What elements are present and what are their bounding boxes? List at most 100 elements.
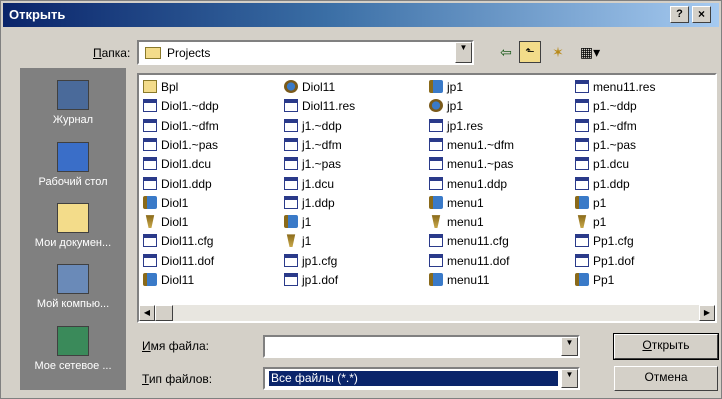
file-item[interactable]: Pp1	[575, 273, 614, 290]
file-item[interactable]: j1.~ddp	[284, 118, 342, 136]
file-name: menu11.cfg	[447, 234, 509, 249]
chevron-down-icon[interactable]: ▼	[561, 337, 578, 356]
file-item[interactable]: menu1	[429, 195, 484, 213]
place-history[interactable]: Журнал	[20, 80, 126, 126]
file-item[interactable]: menu11.cfg	[429, 234, 509, 251]
file-item[interactable]: Diol1	[143, 195, 189, 213]
place-my-computer[interactable]: Мой компью...	[20, 264, 126, 310]
chevron-down-icon[interactable]: ▼	[561, 369, 578, 388]
scroll-thumb[interactable]	[155, 305, 173, 321]
file-item[interactable]: j1	[284, 234, 311, 251]
file-item[interactable]: p1.ddp	[575, 176, 630, 194]
file-name: Diol1.dcu	[161, 157, 212, 172]
file-item[interactable]: jp1	[429, 80, 463, 97]
document-icon	[143, 157, 157, 171]
file-name: menu1.ddp	[447, 176, 508, 191]
document-icon	[575, 80, 589, 93]
place-my-documents[interactable]: Мои докумен...	[20, 203, 126, 249]
file-item[interactable]: Diol1.~pas	[143, 137, 218, 155]
file-name: j1.~dfm	[302, 137, 342, 152]
file-item[interactable]: menu11	[429, 273, 489, 290]
application-icon	[429, 99, 443, 113]
file-name: menu11.res	[593, 80, 656, 94]
file-name: Diol1	[161, 195, 189, 210]
file-name-label: Имя файла:	[142, 339, 209, 353]
file-name: Diol1.~dfm	[161, 118, 219, 133]
up-folder-icon[interactable]: ⬑	[519, 41, 541, 63]
horizontal-scrollbar[interactable]: ◀ ▶	[139, 305, 715, 321]
file-item[interactable]: p1	[575, 215, 606, 232]
file-item[interactable]: jp1.res	[429, 118, 483, 136]
file-item[interactable]: Diol11	[143, 273, 194, 290]
file-item[interactable]: p1	[575, 195, 607, 213]
file-item[interactable]: Pp1.dof	[575, 253, 634, 271]
file-item[interactable]: p1.dcu	[575, 157, 629, 174]
new-folder-icon[interactable]: ✶	[547, 41, 569, 63]
file-item[interactable]: j1.dcu	[284, 176, 334, 194]
file-name: Pp1.cfg	[593, 234, 634, 249]
file-name: menu1	[447, 195, 484, 210]
file-item[interactable]: p1.~ddp	[575, 99, 637, 116]
help-button[interactable]: ?	[670, 6, 689, 23]
back-icon[interactable]: ⇦	[495, 41, 517, 63]
file-item[interactable]: j1.~dfm	[284, 137, 342, 155]
file-item[interactable]: Diol11	[284, 80, 335, 97]
file-item[interactable]: p1.~dfm	[575, 118, 637, 136]
look-in-combo[interactable]: Projects ▼	[137, 40, 474, 65]
document-icon	[575, 157, 589, 171]
file-item[interactable]: p1.~pas	[575, 137, 636, 155]
file-item[interactable]: jp1.cfg	[284, 253, 337, 271]
place-desktop[interactable]: Рабочий стол	[20, 142, 126, 188]
document-icon	[429, 234, 443, 248]
file-name: Diol11.res	[302, 99, 356, 114]
project-icon	[143, 273, 157, 286]
file-name: Diol11	[302, 80, 336, 94]
file-item[interactable]: menu1.ddp	[429, 176, 508, 194]
file-item[interactable]: menu11.res	[575, 80, 655, 97]
scroll-right-icon[interactable]: ▶	[699, 305, 715, 321]
file-item[interactable]: Pp1.cfg	[575, 234, 634, 251]
place-network[interactable]: Мое сетевое ...	[20, 326, 126, 372]
scroll-left-icon[interactable]: ◀	[139, 305, 155, 321]
document-icon	[429, 157, 443, 171]
file-list[interactable]: ◀ ▶ Bpl Diol1.~ddp Diol1.~dfm Diol1.~pas Dio…	[137, 73, 717, 323]
file-name: Diol1	[161, 215, 189, 230]
file-item[interactable]: Diol1.~dfm	[143, 118, 219, 136]
file-item[interactable]: menu1	[429, 215, 484, 232]
file-name: jp1.dof	[302, 273, 339, 287]
close-button[interactable]: ×	[692, 6, 711, 23]
file-item[interactable]: j1.~pas	[284, 157, 341, 174]
open-button[interactable]: Открыть	[613, 333, 719, 360]
file-item[interactable]: Diol1.~ddp	[143, 99, 219, 116]
place-label: Мои докумен...	[34, 237, 112, 249]
document-icon	[284, 273, 298, 286]
file-item[interactable]: Diol11.res	[284, 99, 355, 116]
file-item[interactable]: j1	[284, 215, 311, 232]
file-name: p1	[593, 195, 607, 210]
file-type-select[interactable]: Все файлы (*.*) ▼	[263, 367, 580, 390]
project-icon	[284, 215, 298, 229]
chevron-down-icon[interactable]: ▼	[455, 42, 472, 63]
document-icon	[143, 137, 157, 151]
file-item[interactable]: Diol11.dof	[143, 253, 215, 271]
file-item[interactable]: menu11.dof	[429, 253, 510, 271]
file-item[interactable]: Diol1.dcu	[143, 157, 211, 174]
file-item[interactable]: Bpl	[143, 80, 178, 97]
file-item[interactable]: jp1	[429, 99, 463, 116]
file-item[interactable]: Diol1.ddp	[143, 176, 212, 194]
document-icon	[575, 137, 589, 151]
cancel-button[interactable]: Отмена	[614, 366, 718, 391]
file-name: j1.~pas	[302, 157, 342, 172]
my-documents-icon	[57, 203, 89, 233]
file-name: Diol11.dof	[161, 253, 215, 268]
file-item[interactable]: menu1.~dfm	[429, 137, 514, 155]
view-menu-icon[interactable]: ▦▾	[575, 41, 605, 63]
file-item[interactable]: Diol11.cfg	[143, 234, 213, 251]
file-name-input[interactable]: ▼	[263, 335, 580, 358]
file-item[interactable]: j1.ddp	[284, 195, 335, 213]
file-item[interactable]: jp1.dof	[284, 273, 338, 290]
file-item[interactable]: Diol1	[143, 215, 188, 232]
file-item[interactable]: menu1.~pas	[429, 157, 513, 174]
file-name: p1.~ddp	[593, 99, 637, 114]
place-label: Журнал	[52, 114, 94, 126]
